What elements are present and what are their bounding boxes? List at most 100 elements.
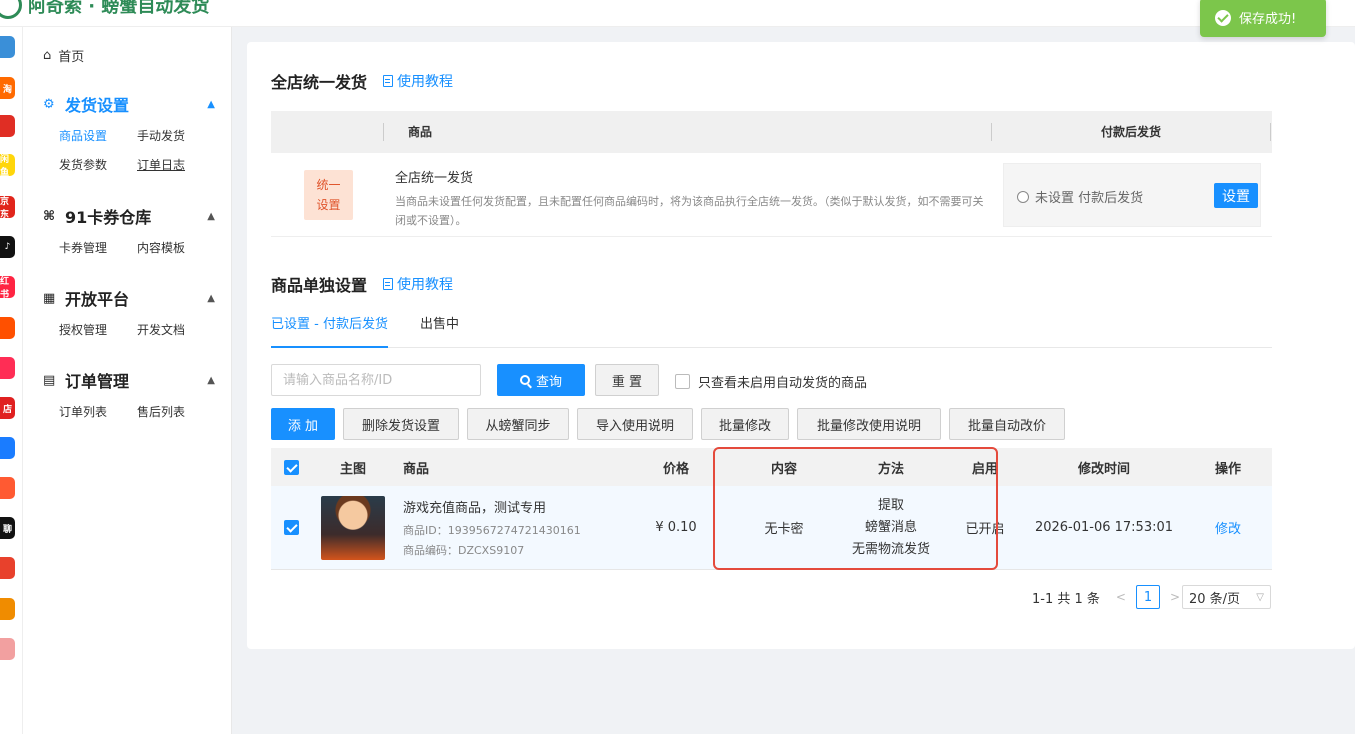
menu-head-order-management[interactable]: ▤ 订单管理 ▲ (43, 369, 215, 391)
sidebar-item-content-template[interactable]: 内容模板 (137, 239, 215, 256)
tab-configured[interactable]: 已设置 - 付款后发货 (271, 315, 388, 348)
product-thumbnail[interactable] (321, 495, 385, 560)
xiaohongshu-icon[interactable]: 红书 (0, 276, 15, 298)
sidebar-item-goods-settings[interactable]: 商品设置 (59, 127, 137, 144)
menu-head-label: 91卡券仓库 (65, 208, 152, 227)
prev-page-icon[interactable]: < (1116, 590, 1126, 604)
next-page-icon[interactable]: > (1170, 590, 1180, 604)
col-header-action: 操作 (1214, 461, 1241, 477)
query-button[interactable]: 查询 (497, 364, 585, 396)
home-icon: ⌂ (43, 48, 52, 63)
delete-delivery-settings-button[interactable]: 删除发货设置 (343, 408, 459, 440)
check-circle-icon (1215, 9, 1231, 26)
tab-on-sale[interactable]: 出售中 (420, 315, 459, 348)
sidebar-item-home[interactable]: ⌂ 首页 (43, 46, 84, 65)
select-all-checkbox[interactable] (283, 459, 299, 475)
pagination-summary: 1-1 共 1 条 (1032, 591, 1100, 607)
goods-id: 商品ID：1939567274721430161 (403, 524, 581, 537)
table-row: 游戏充值商品，测试专用 商品ID：1939567274721430161 商品编… (271, 486, 1272, 570)
menu-head-label: 订单管理 (65, 372, 130, 391)
document-icon (383, 278, 394, 290)
menu-head-open-platform[interactable]: ▦ 开放平台 ▲ (43, 287, 215, 309)
gear-icon: ⚙ (43, 96, 55, 112)
menu-group-delivery-settings: ⚙ 发货设置 ▲ 商品设置 手动发货 发货参数 订单日志 (43, 93, 215, 173)
success-toast: 保存成功! (1200, 0, 1326, 37)
menu-group-order-management: ▤ 订单管理 ▲ 订单列表 售后列表 (43, 369, 215, 420)
goods-table-header: 主图 商品 价格 内容 方法 启用 修改时间 操作 (271, 448, 1272, 486)
tutorial-link-single[interactable]: 使用教程 (383, 274, 453, 294)
menu-group-card-warehouse: ⌘ 91卡券仓库 ▲ 卡券管理 内容模板 (43, 205, 215, 256)
goods-content: 无卡密 (764, 522, 804, 537)
sidebar-item-card-management[interactable]: 卡券管理 (59, 239, 137, 256)
chat-app-icon[interactable] (0, 477, 15, 499)
jd-icon[interactable]: 京东 (0, 196, 15, 218)
unified-content: 全店统一发货 当商品未设置任何发货配置，且未配置任何商品编码时，将为该商品执行全… (395, 167, 991, 230)
chevron-down-icon: ▽ (1256, 591, 1264, 603)
douyin-icon[interactable]: ♪ (0, 236, 15, 258)
kuaishou-icon[interactable] (0, 317, 15, 339)
goods-code: 商品编码：DZCXS9107 (403, 544, 525, 557)
batch-edit-button[interactable]: 批量修改 (701, 408, 789, 440)
radio-icon (1017, 190, 1029, 203)
document-icon (383, 75, 394, 87)
taobao-icon[interactable]: 淘 (0, 77, 15, 99)
document-icon: ▤ (43, 372, 56, 388)
tabs: 已设置 - 付款后发货 出售中 (271, 315, 1272, 348)
goods-name: 游戏充值商品，测试专用 (403, 501, 547, 516)
sidebar-item-manual-delivery[interactable]: 手动发货 (137, 127, 215, 144)
page-number[interactable]: 1 (1135, 585, 1160, 609)
after-pay-setting-box: 未设置 付款后发货 设置 (1003, 163, 1261, 227)
col-header-after-pay: 付款后发货 (992, 123, 1271, 141)
col-header-goods: 商品 (403, 461, 430, 477)
sidebar-item-order-list[interactable]: 订单列表 (59, 403, 137, 420)
toast-text: 保存成功! (1239, 12, 1297, 27)
row-checkbox[interactable] (283, 520, 299, 535)
set-button[interactable]: 设置 (1214, 183, 1258, 208)
edit-link[interactable]: 修改 (1215, 522, 1241, 537)
sync-from-crab-button[interactable]: 从螃蟹同步 (467, 408, 569, 440)
add-button[interactable]: 添 加 (271, 408, 335, 440)
unified-item-desc: 当商品未设置任何发货配置，且未配置任何商品编码时，将为该商品执行全店统一发货。（… (395, 195, 984, 227)
sidebar-item-dev-docs[interactable]: 开发文档 (137, 321, 215, 338)
shop-icon[interactable]: 店 (0, 397, 15, 419)
import-instructions-button[interactable]: 导入使用说明 (577, 408, 693, 440)
grid-app-icon[interactable] (0, 36, 15, 58)
like-app-icon[interactable] (0, 357, 15, 379)
pagination: 1-1 共 1 条 < 1 > (1032, 585, 1180, 609)
after-pay-radio[interactable]: 未设置 付款后发货 (1017, 187, 1143, 206)
col-header-image: 主图 (339, 461, 366, 477)
unified-table-header: 商品 付款后发货 (271, 111, 1272, 153)
only-disabled-checkbox[interactable]: 只查看未启用自动发货的商品 (675, 372, 867, 391)
sidebar-item-delivery-params[interactable]: 发货参数 (59, 156, 137, 173)
search-input[interactable] (271, 364, 481, 396)
section-title-unified: 全店统一发货 使用教程 (271, 71, 454, 92)
swirl-app-icon[interactable] (0, 437, 15, 459)
sidebar-item-auth-management[interactable]: 授权管理 (59, 321, 137, 338)
sidebar-item-order-log[interactable]: 订单日志 (137, 156, 215, 173)
menu-head-card-warehouse[interactable]: ⌘ 91卡券仓库 ▲ (43, 205, 215, 227)
sidebar-item-after-sales-list[interactable]: 售后列表 (137, 403, 215, 420)
goods-info: 游戏充值商品，测试专用 商品ID：1939567274721430161 商品编… (395, 497, 620, 558)
checkbox-icon (675, 374, 690, 389)
arrow-app-icon[interactable] (0, 557, 15, 579)
col-header-modified: 修改时间 (1077, 461, 1130, 477)
brand[interactable]: 阿奇索 · 螃蟹自动发货 (0, 0, 209, 20)
reset-button[interactable]: 重 置 (595, 364, 659, 396)
crab-app-icon[interactable] (0, 598, 15, 620)
goods-price: ¥ 0.10 (655, 520, 697, 535)
menu-head-label: 发货设置 (65, 96, 130, 115)
xianyu-icon[interactable]: 闲鱼 (0, 154, 15, 176)
goods-method: 提取 螃蟹消息 无需物流发货 (851, 497, 930, 557)
search-icon (519, 375, 530, 385)
liao-app-icon[interactable]: 聊 (0, 517, 15, 539)
menu-head-label: 开放平台 (65, 290, 130, 309)
menu-head-delivery-settings[interactable]: ⚙ 发货设置 ▲ (43, 93, 215, 115)
pinduoduo-icon[interactable] (0, 115, 15, 137)
batch-edit-instructions-button[interactable]: 批量修改使用说明 (797, 408, 941, 440)
page-size-select[interactable]: 20 条/页 ▽ (1182, 585, 1271, 609)
clipboard-app-icon[interactable] (0, 638, 15, 660)
tutorial-link-unified[interactable]: 使用教程 (383, 71, 453, 91)
goods-table: 主图 商品 价格 内容 方法 启用 修改时间 操作 游戏充值商品，测试专用 商品… (271, 448, 1272, 570)
unified-item-title: 全店统一发货 (395, 171, 474, 186)
batch-auto-reprice-button[interactable]: 批量自动改价 (949, 408, 1065, 440)
